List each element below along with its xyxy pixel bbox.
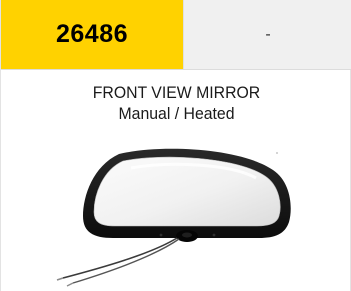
product-code-cell: 26486 <box>1 0 183 69</box>
product-card: 26486 - FRONT VIEW MIRROR Manual / Heate… <box>0 0 351 291</box>
product-variant: - <box>265 25 271 43</box>
product-spec: Manual / Heated <box>118 104 235 123</box>
mirror-icon <box>56 148 291 287</box>
product-header: 26486 - <box>1 0 351 69</box>
product-code: 26486 <box>55 20 129 48</box>
header-divider <box>1 69 351 70</box>
product-variant-cell: - <box>183 0 351 69</box>
product-name: FRONT VIEW MIRROR <box>92 83 261 102</box>
